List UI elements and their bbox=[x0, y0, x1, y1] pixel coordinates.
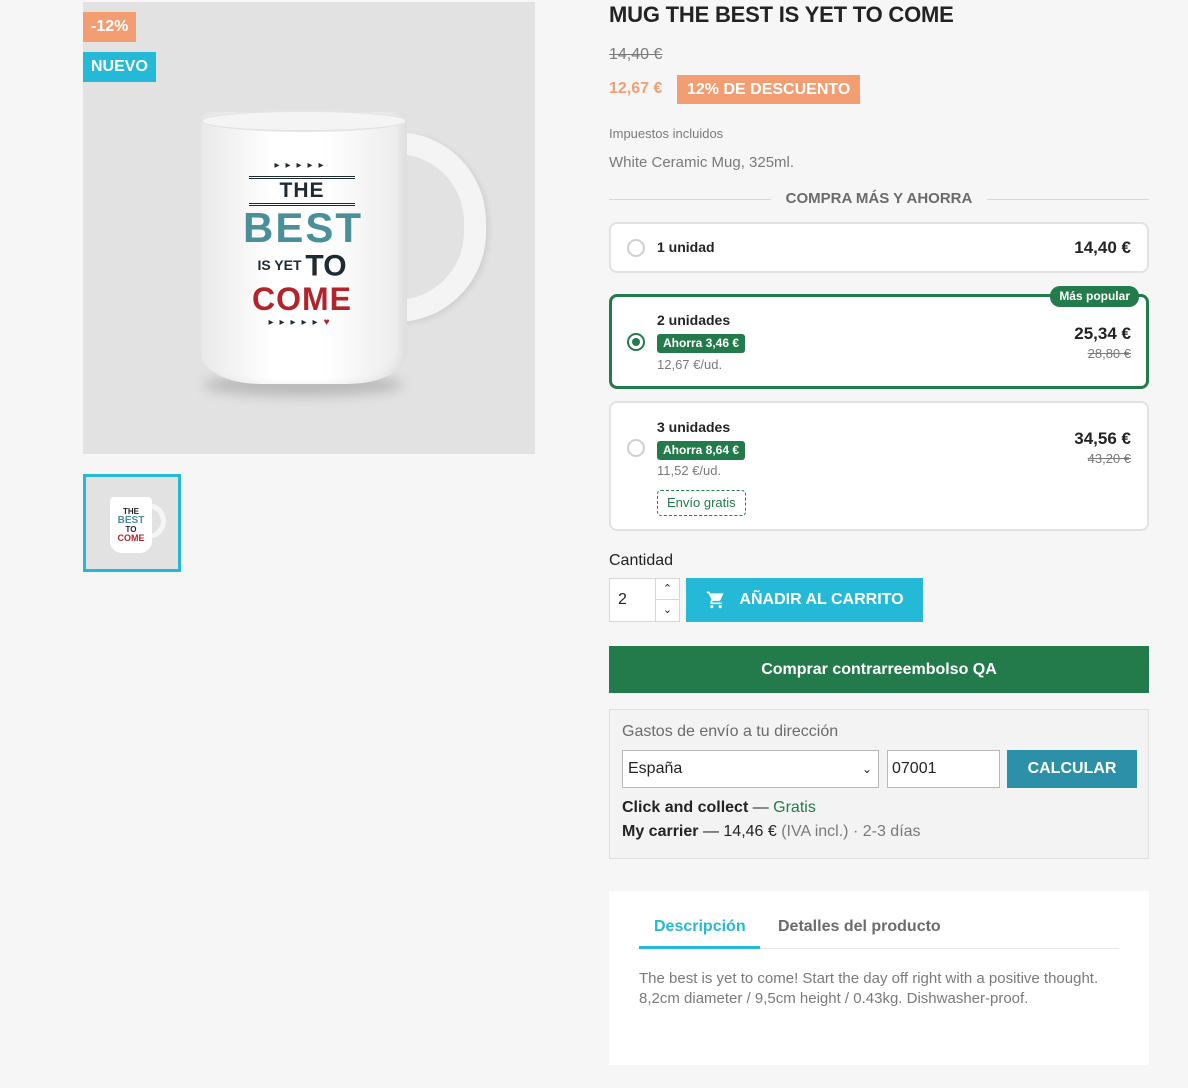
chevron-up-icon[interactable]: ⌃ bbox=[655, 579, 679, 600]
product-tabs: Descripción Detalles del producto The be… bbox=[609, 891, 1149, 1065]
savings-badge: Ahorra 8,64 € bbox=[657, 441, 746, 460]
bundle-price: 34,56 € bbox=[1074, 429, 1131, 448]
popular-badge: Más popular bbox=[1050, 286, 1139, 307]
bundle-label: 3 unidades bbox=[657, 419, 731, 435]
carrier-price: 14,46 € bbox=[723, 823, 777, 840]
thumb-mug-print: THE BEST TO COME bbox=[112, 507, 150, 543]
bundle-old-price: 28,80 € bbox=[1087, 346, 1131, 361]
bundle-price: 14,40 € bbox=[1074, 238, 1131, 257]
chevron-down-icon[interactable]: ⌄ bbox=[655, 600, 679, 621]
product-thumbnail[interactable]: THE BEST TO COME bbox=[83, 474, 181, 572]
bundle-old-price: 43,20 € bbox=[1087, 451, 1131, 466]
tab-description[interactable]: Descripción bbox=[654, 918, 746, 936]
country-value: España bbox=[628, 760, 683, 777]
carrier-name: My carrier bbox=[622, 823, 699, 840]
carrier-sep: — bbox=[698, 823, 724, 840]
carrier-sep: — bbox=[748, 799, 774, 816]
thumb-print-come: COME bbox=[117, 533, 145, 543]
carrier-price: Gratis bbox=[773, 799, 816, 816]
calculate-button[interactable]: CALCULAR bbox=[1007, 750, 1137, 788]
print-the: THE bbox=[249, 176, 355, 206]
carrier-delay: · 2-3 días bbox=[848, 823, 921, 840]
tax-label: Impuestos incluidos bbox=[609, 126, 724, 141]
radio-selected-icon[interactable] bbox=[627, 333, 645, 351]
discount-flag: -12% bbox=[83, 12, 137, 42]
carrier-option: My carrier — 14,46 € (IVA incl.) · 2-3 d… bbox=[622, 823, 921, 841]
radio-unselected-icon[interactable] bbox=[627, 239, 645, 257]
print-isyet-small: IS YET bbox=[257, 257, 302, 273]
bundle-price: 25,34 € bbox=[1074, 324, 1131, 343]
shipping-title: Gastos de envío a tu dirección bbox=[622, 723, 839, 740]
cart-icon bbox=[707, 591, 724, 609]
carrier-tax-note: (IVA incl.) bbox=[776, 823, 849, 840]
chevron-down-icon: ⌄ bbox=[861, 762, 872, 776]
bundle-label: 2 unidades bbox=[657, 312, 731, 328]
carrier-option: Click and collect — Gratis bbox=[622, 799, 816, 817]
bundle-label: 1 unidad bbox=[657, 239, 715, 255]
bundle-option-3[interactable]: 3 unidades Ahorra 8,64 € 11,52 €/ud. Env… bbox=[609, 401, 1149, 531]
new-flag: NUEVO bbox=[83, 52, 156, 82]
radio-unselected-icon[interactable] bbox=[627, 439, 645, 457]
unit-price: 12,67 €/ud. bbox=[657, 357, 723, 372]
tab-product-details[interactable]: Detalles del producto bbox=[778, 918, 941, 936]
arrows-decoration-bottom: ▸▸▸▸▸♥ bbox=[268, 317, 336, 329]
arrows-decoration: ▸▸▸▸▸ bbox=[274, 160, 330, 171]
unit-price: 11,52 €/ud. bbox=[657, 463, 722, 478]
add-to-cart-label: AÑADIR AL CARRITO bbox=[739, 591, 904, 608]
print-to: TO bbox=[305, 249, 347, 283]
product-main-image[interactable]: -12% NUEVO ▸▸▸▸▸ THE BEST IS YET TO COME… bbox=[83, 2, 535, 454]
cash-on-delivery-button[interactable]: Comprar contrarreembolso QA bbox=[609, 646, 1149, 693]
bundle-option-1[interactable]: 1 unidad 14,40 € bbox=[609, 222, 1149, 273]
mug-rim bbox=[201, 110, 407, 132]
bundle-option-2[interactable]: Más popular 2 unidades Ahorra 3,46 € 12,… bbox=[609, 286, 1149, 389]
current-price: 12,67 € bbox=[609, 80, 663, 97]
country-select[interactable]: España ⌄ bbox=[622, 750, 879, 788]
print-come: COME bbox=[252, 281, 352, 318]
zip-code-input[interactable]: 07001 bbox=[887, 750, 1000, 788]
short-description: White Ceramic Mug, 325ml. bbox=[609, 154, 795, 171]
quantity-stepper: ⌃ ⌄ bbox=[609, 578, 680, 622]
bundles-heading: COMPRA MÁS Y AHORRA bbox=[609, 189, 1149, 209]
savings-badge: Ahorra 3,46 € bbox=[657, 334, 746, 353]
active-tab-indicator bbox=[639, 946, 760, 949]
product-title: MUG THE BEST IS YET TO COME bbox=[609, 2, 954, 27]
quantity-label: Cantidad bbox=[609, 552, 674, 569]
divider-line-right bbox=[987, 199, 1149, 200]
mug-print-artwork: ▸▸▸▸▸ THE BEST IS YET TO COME ▸▸▸▸▸♥ bbox=[243, 160, 361, 329]
tab-description-content: The best is yet to come! Start the day o… bbox=[639, 970, 1099, 1007]
carrier-name: Click and collect bbox=[622, 799, 749, 816]
add-to-cart-button[interactable]: AÑADIR AL CARRITO bbox=[686, 578, 923, 622]
print-isyet: IS YET TO bbox=[243, 250, 361, 281]
shipping-estimator: Gastos de envío a tu dirección España ⌄ … bbox=[609, 709, 1149, 859]
regular-price: 14,40 € bbox=[609, 46, 663, 63]
free-shipping-badge: Envío gratis bbox=[657, 490, 746, 516]
discount-badge: 12% DE DESCUENTO bbox=[677, 75, 861, 104]
thumb-print-best: BEST bbox=[117, 515, 145, 526]
print-best: BEST bbox=[243, 204, 364, 251]
quantity-input[interactable] bbox=[610, 579, 656, 621]
